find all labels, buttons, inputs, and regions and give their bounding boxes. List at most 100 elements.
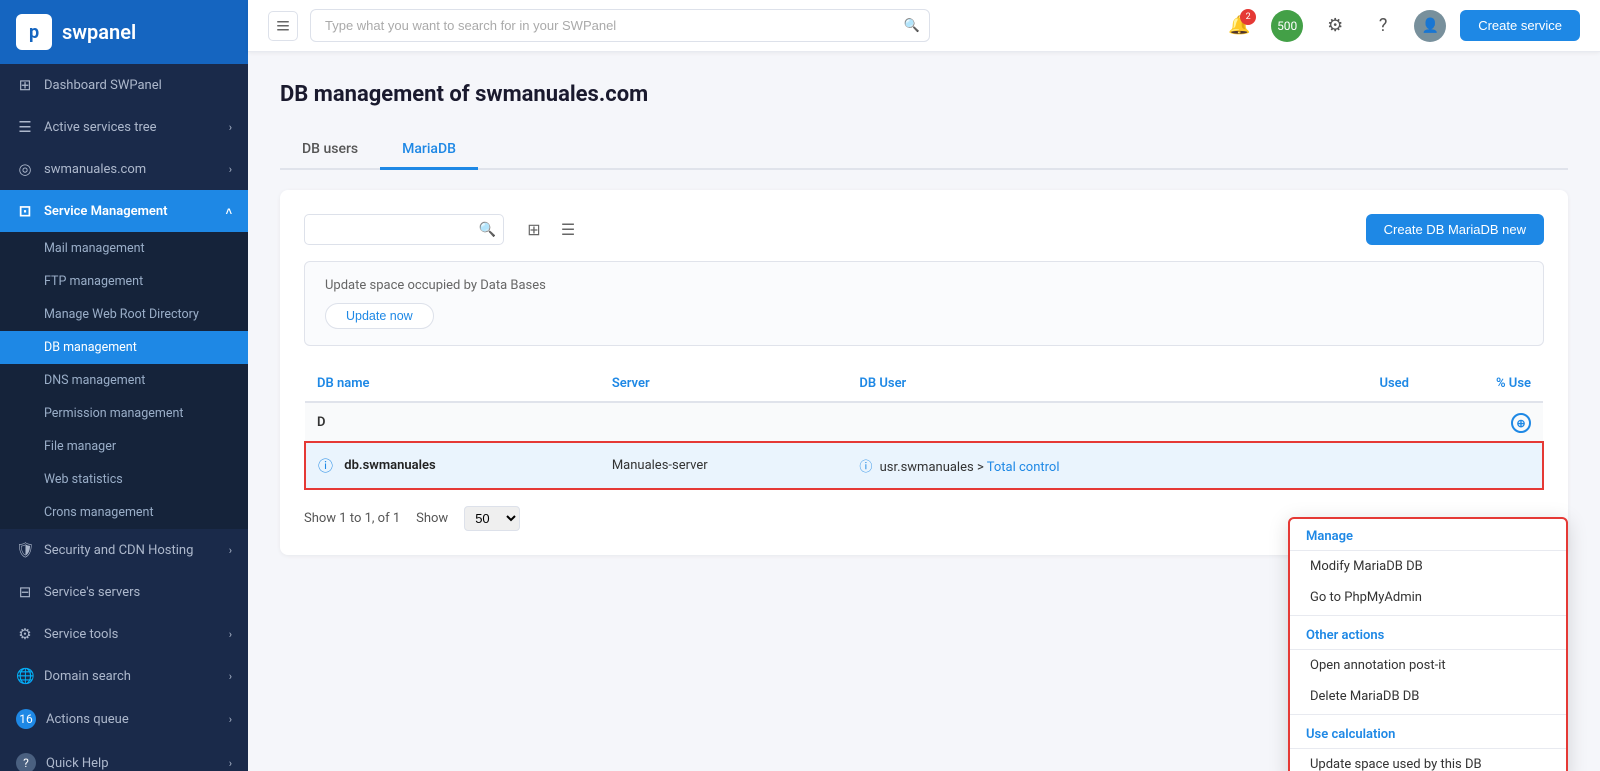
table-row[interactable]: ⓘ db.swmanuales Manuales-server ⓘ usr.sw… bbox=[305, 442, 1543, 489]
sidebar-item-label: Active services tree bbox=[44, 120, 157, 135]
search-input[interactable] bbox=[310, 9, 930, 42]
list-view-button[interactable]: ☰ bbox=[554, 216, 582, 244]
sidebar-item-ftp[interactable]: FTP management bbox=[0, 265, 248, 298]
context-menu: Manage Modify MariaDB DB Go to PhpMyAdmi… bbox=[1288, 517, 1568, 771]
submenu-label: Web statistics bbox=[44, 472, 123, 487]
service-icon: ⊡ bbox=[16, 202, 34, 220]
sidebar-item-db[interactable]: DB management bbox=[0, 331, 248, 364]
update-notice: Update space occupied by Data Bases Upda… bbox=[304, 261, 1544, 346]
sidebar-item-active-services[interactable]: ☰ Active services tree › bbox=[0, 106, 248, 148]
sidebar-item-label: Security and CDN Hosting bbox=[44, 543, 193, 558]
sidebar-item-dns[interactable]: DNS management bbox=[0, 364, 248, 397]
chevron-right-icon: › bbox=[229, 713, 232, 726]
sidebar-item-domain-search[interactable]: 🌐 Domain search › bbox=[0, 655, 248, 697]
info-icon[interactable]: ⓘ bbox=[318, 457, 333, 475]
sidebar-item-dashboard[interactable]: ⊞ Dashboard SWPanel bbox=[0, 64, 248, 106]
sidebar-item-swmanuales[interactable]: ◎ swmanuales.com › bbox=[0, 148, 248, 190]
toolbar-row: 🔍 ⊞ ☰ Create DB MariaDB new bbox=[304, 214, 1544, 245]
user-info-icon: ⓘ bbox=[859, 460, 872, 475]
star-icon: 500 bbox=[1271, 10, 1303, 42]
settings-button[interactable]: ⚙ bbox=[1318, 9, 1352, 43]
points-button[interactable]: 500 bbox=[1270, 9, 1304, 43]
user-avatar[interactable]: 👤 bbox=[1414, 10, 1446, 42]
col-server[interactable]: Server bbox=[600, 366, 848, 402]
submenu-label: Permission management bbox=[44, 406, 183, 421]
sidebar-item-security-cdn[interactable]: 🛡 Security and CDN Hosting › bbox=[0, 529, 248, 571]
chevron-right-icon: › bbox=[229, 670, 232, 683]
notifications-button[interactable]: 🔔 2 bbox=[1222, 9, 1256, 43]
create-service-button[interactable]: Create service bbox=[1460, 10, 1580, 41]
db-user-cell: ⓘ usr.swmanuales > Total control bbox=[847, 442, 1310, 489]
submenu-label: Mail management bbox=[44, 241, 145, 256]
sidebar-item-mail[interactable]: Mail management bbox=[0, 232, 248, 265]
col-percent-use[interactable]: % Use bbox=[1421, 366, 1543, 402]
sidebar-item-web-stats[interactable]: Web statistics bbox=[0, 463, 248, 496]
tab-db-users[interactable]: DB users bbox=[280, 131, 380, 170]
gear-icon: ⚙ bbox=[1327, 15, 1343, 36]
service-management-submenu: Mail management FTP management Manage We… bbox=[0, 232, 248, 529]
submenu-label: Crons management bbox=[44, 505, 154, 520]
sidebar-item-permission[interactable]: Permission management bbox=[0, 397, 248, 430]
sidebar-toggle-button[interactable] bbox=[268, 11, 298, 41]
submenu-label: FTP management bbox=[44, 274, 143, 289]
sidebar-item-quick-help[interactable]: ? Quick Help › bbox=[0, 741, 248, 771]
logo-icon: p bbox=[16, 14, 52, 50]
sidebar-item-label: Domain search bbox=[44, 669, 131, 684]
context-delete-db[interactable]: Delete MariaDB DB bbox=[1290, 681, 1566, 712]
context-update-space[interactable]: Update space used by this DB bbox=[1290, 749, 1566, 771]
sidebar-item-web-root[interactable]: Manage Web Root Directory bbox=[0, 298, 248, 331]
total-control-link[interactable]: Total control bbox=[987, 460, 1060, 475]
list-icon: ☰ bbox=[16, 118, 34, 136]
globe-icon: 🌐 bbox=[16, 667, 34, 685]
sidebar-item-label: Service's servers bbox=[44, 585, 140, 600]
sidebar: p swpanel ⊞ Dashboard SWPanel ☰ Active s… bbox=[0, 0, 248, 771]
col-db-name[interactable]: DB name bbox=[305, 366, 600, 402]
grid-view-button[interactable]: ⊞ bbox=[520, 216, 548, 244]
sidebar-item-actions-queue[interactable]: 16 Actions queue › bbox=[0, 697, 248, 741]
db-user-value: usr.swmanuales bbox=[880, 460, 974, 475]
db-search-input[interactable] bbox=[304, 214, 504, 245]
update-now-button[interactable]: Update now bbox=[325, 303, 434, 329]
search-icon[interactable]: 🔍 bbox=[904, 18, 920, 33]
section-letter: D bbox=[305, 402, 1421, 442]
context-calc-title: Use calculation bbox=[1290, 717, 1566, 749]
context-phpmyadmin[interactable]: Go to PhpMyAdmin bbox=[1290, 582, 1566, 613]
create-db-button[interactable]: Create DB MariaDB new bbox=[1366, 214, 1544, 245]
help-button[interactable]: ? bbox=[1366, 9, 1400, 43]
sidebar-item-service-tools[interactable]: ⚙ Service tools › bbox=[0, 613, 248, 655]
sidebar-item-crons[interactable]: Crons management bbox=[0, 496, 248, 529]
notifications-badge: 2 bbox=[1240, 9, 1256, 25]
expand-icon[interactable]: ⊕ bbox=[1511, 413, 1531, 433]
col-used[interactable]: Used bbox=[1310, 366, 1421, 402]
help-icon: ? bbox=[16, 753, 36, 771]
sidebar-item-services-servers[interactable]: ⊟ Service's servers bbox=[0, 571, 248, 613]
sidebar-item-label: Dashboard SWPanel bbox=[44, 78, 162, 93]
context-annotation[interactable]: Open annotation post-it bbox=[1290, 650, 1566, 681]
context-modify-mariadb[interactable]: Modify MariaDB DB bbox=[1290, 551, 1566, 582]
tools-icon: ⚙ bbox=[16, 625, 34, 643]
sidebar-item-label: swmanuales.com bbox=[44, 162, 146, 177]
server-cell: Manuales-server bbox=[600, 442, 848, 489]
search-bar: 🔍 bbox=[310, 9, 930, 42]
domain-icon: ◎ bbox=[16, 160, 34, 178]
content-panel: 🔍 ⊞ ☰ Create DB MariaDB new Update space… bbox=[280, 190, 1568, 555]
main-content: DB management of swmanuales.com DB users… bbox=[248, 52, 1600, 771]
tab-mariadb[interactable]: MariaDB bbox=[380, 131, 478, 170]
context-divider-1 bbox=[1290, 615, 1566, 616]
chevron-right-icon: › bbox=[229, 628, 232, 641]
col-db-user[interactable]: DB User bbox=[847, 366, 1310, 402]
sidebar-item-label: Service tools bbox=[44, 627, 118, 642]
per-page-select[interactable]: 50 10 25 100 bbox=[464, 506, 520, 531]
logo-letter: p bbox=[29, 22, 39, 43]
avatar-icon: 👤 bbox=[1421, 18, 1438, 34]
shield-icon: 🛡 bbox=[16, 541, 34, 559]
sidebar-logo: p swpanel bbox=[0, 0, 248, 64]
context-divider-2 bbox=[1290, 714, 1566, 715]
chevron-right-icon: › bbox=[229, 163, 232, 176]
db-search-icon[interactable]: 🔍 bbox=[479, 222, 496, 238]
question-icon: ? bbox=[1379, 15, 1388, 36]
page-title: DB management of swmanuales.com bbox=[280, 82, 1568, 107]
sidebar-item-file-manager[interactable]: File manager bbox=[0, 430, 248, 463]
tabs-container: DB users MariaDB bbox=[280, 131, 1568, 170]
sidebar-item-service-management[interactable]: ⊡ Service Management ˄ bbox=[0, 190, 248, 232]
